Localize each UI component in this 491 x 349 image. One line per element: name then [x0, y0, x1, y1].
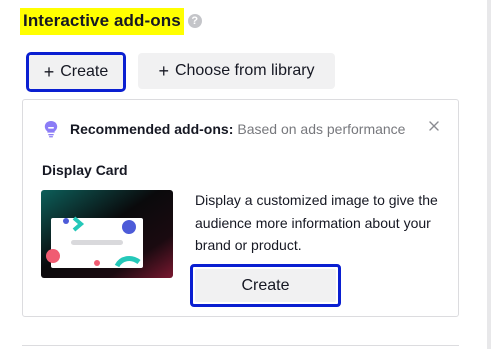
close-icon[interactable]	[428, 120, 440, 132]
recommendation-subtitle: Based on ads performance	[237, 121, 406, 137]
plus-icon: +	[43, 62, 55, 82]
choose-from-library-button[interactable]: + Choose from library	[138, 53, 335, 89]
create-add-on-label: Create	[60, 63, 109, 80]
choose-from-library-label: Choose from library	[174, 62, 315, 79]
section-divider	[22, 345, 459, 346]
display-card-title: Display Card	[42, 162, 128, 178]
create-add-on-button[interactable]: + Create	[26, 52, 126, 92]
display-card-create-button[interactable]: Create	[190, 264, 341, 307]
display-card-create-label: Create	[195, 269, 336, 302]
create-add-on-button-inner: + Create	[29, 55, 123, 89]
section-header: Interactive add-ons ?	[20, 6, 202, 36]
lightbulb-icon	[44, 121, 58, 138]
recommended-add-ons-card: Recommended add-ons: Based on ads perfor…	[22, 99, 459, 317]
scrollbar[interactable]	[487, 0, 491, 349]
section-title: Interactive add-ons	[20, 7, 184, 35]
recommendation-row: Recommended add-ons: Based on ads perfor…	[43, 120, 405, 138]
recommendation-label: Recommended add-ons:	[70, 121, 234, 137]
question-circle-icon[interactable]: ?	[187, 14, 202, 28]
display-card-description: Display a customized image to give the a…	[195, 192, 438, 253]
plus-icon: +	[158, 61, 169, 81]
display-card-preview-image	[41, 190, 173, 278]
